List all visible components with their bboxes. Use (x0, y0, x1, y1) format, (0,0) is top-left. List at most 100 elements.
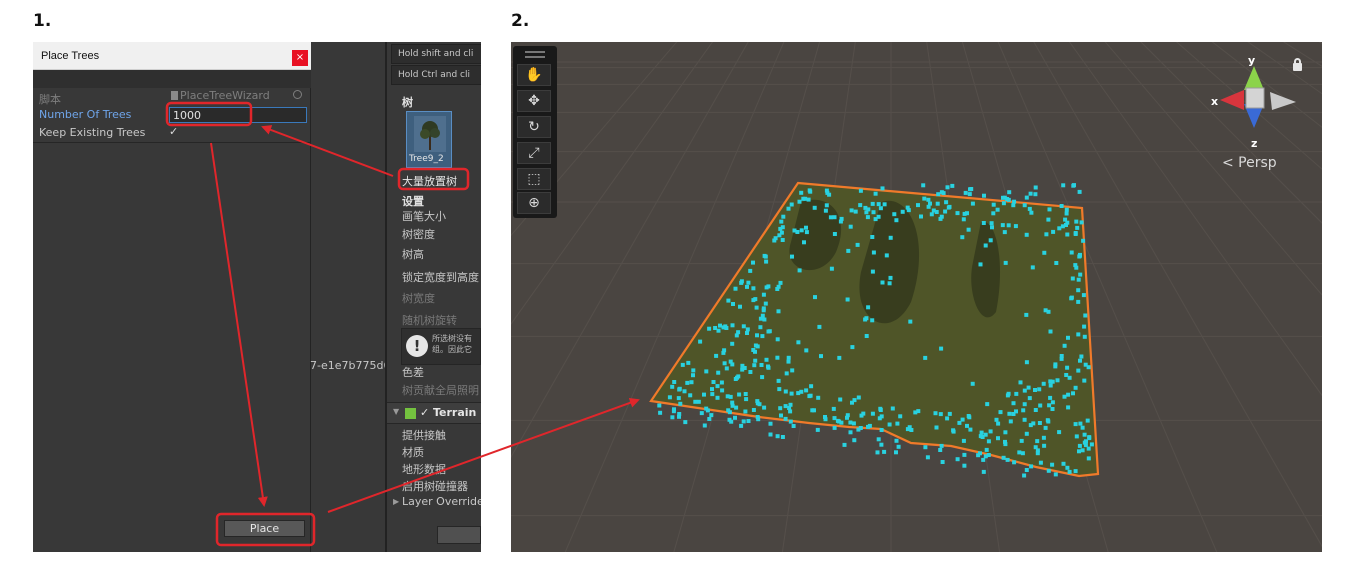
tree-instance (1073, 263, 1078, 268)
tree-instance (804, 230, 809, 235)
tree-instance (1064, 207, 1069, 212)
layer-overrides-label[interactable]: Layer Override (402, 495, 481, 508)
tree-instance (746, 280, 751, 285)
tree-prototype-tile[interactable]: Tree9_2 (406, 111, 452, 168)
tree-instance (832, 232, 837, 236)
script-field[interactable]: PlaceTreeWizard (171, 89, 306, 104)
move-tool-icon[interactable]: ✥ (517, 90, 551, 112)
tree-instance (1061, 183, 1066, 188)
tree-instance (963, 190, 968, 195)
tree-instance (919, 214, 923, 219)
tree-instance (965, 211, 969, 216)
tree-instance (761, 308, 766, 313)
tree-instance (1075, 225, 1080, 230)
inspector-bottom-button[interactable] (437, 526, 481, 544)
tree-instance (1003, 430, 1008, 435)
toolbar-grip-icon[interactable] (525, 51, 545, 58)
rotate-tool-icon[interactable]: ↻ (517, 116, 551, 138)
layer-overrides-foldout-icon[interactable]: ▶ (393, 497, 399, 506)
tree-instance (1064, 211, 1069, 216)
place-button[interactable]: Place (224, 520, 305, 537)
tree-instance (1065, 232, 1070, 237)
tree-instance (702, 423, 707, 428)
tree-instance (686, 360, 691, 365)
tree-instance (876, 437, 881, 442)
terrain-enabled-checkbox[interactable]: ✓ (420, 406, 429, 419)
scale-tool-icon[interactable]: ⤢ (517, 142, 551, 164)
tree-instance (1065, 220, 1070, 225)
tree-instance (852, 438, 857, 443)
rect-tool-icon[interactable]: ⬚ (517, 168, 551, 190)
mass-place-trees-button[interactable]: 大量放置树 (402, 173, 457, 189)
tree-instance (898, 414, 903, 419)
tree-instance (691, 368, 696, 373)
tree-instance (905, 205, 910, 210)
transform-tool-icon[interactable]: ⊕ (517, 192, 551, 214)
tree-instance (1074, 434, 1079, 439)
tree-instance (1012, 460, 1017, 465)
hand-tool-icon[interactable]: ✋ (517, 64, 551, 86)
tree-instance (960, 417, 965, 422)
tree-instance (938, 448, 943, 452)
tree-instance (768, 432, 773, 437)
tree-instance (1019, 438, 1024, 443)
close-icon[interactable]: × (292, 50, 308, 66)
grid-line (1311, 42, 1322, 552)
projection-toggle[interactable]: < Persp (1222, 155, 1277, 171)
terrain-component-header[interactable]: ▼ ✓ Terrain (387, 402, 481, 424)
tree-instance (939, 214, 944, 219)
tree-instance (1033, 192, 1038, 197)
tree-instance (724, 366, 729, 371)
tree-density-label: 树密度 (402, 228, 435, 241)
tree-instance (838, 397, 843, 402)
tree-instance (797, 199, 802, 204)
tree-instance (846, 248, 851, 253)
tree-instance (947, 411, 952, 416)
lock-icon[interactable] (1293, 58, 1302, 71)
tree-instance (882, 202, 887, 207)
tree-instance (1022, 417, 1027, 422)
tree-instance (677, 412, 682, 416)
tree-instance (1038, 403, 1043, 408)
tree-instance (760, 375, 765, 380)
tree-instance (777, 387, 782, 392)
foldout-arrow-icon[interactable]: ▼ (393, 407, 399, 416)
object-picker-icon[interactable] (293, 90, 302, 99)
tree-instance (720, 388, 725, 393)
tree-instance (696, 399, 701, 404)
tree-instance (877, 416, 882, 421)
tree-instance (855, 242, 860, 247)
tree-instance (966, 227, 971, 232)
tree-instance (762, 405, 767, 410)
number-of-trees-input[interactable]: 1000 (169, 107, 307, 123)
tree-instance (716, 370, 721, 375)
tree-instance (994, 417, 999, 422)
wizard-toolbar-strip (33, 70, 311, 88)
orientation-gizmo[interactable] (1214, 52, 1304, 152)
tree-instance (938, 412, 943, 417)
scene-view[interactable]: ✋ ✥ ↻ ⤢ ⬚ ⊕ x y z < Persp (511, 42, 1322, 552)
tree-instance (986, 439, 991, 444)
hint-shift-row: Hold shift and cli (391, 44, 481, 64)
tree-instance (1047, 207, 1052, 212)
tree-instance (888, 235, 893, 240)
tree-instance (780, 238, 785, 242)
tree-instance (734, 405, 739, 410)
tree-instance (788, 402, 793, 407)
tree-instance (935, 201, 940, 206)
tree-instance (810, 408, 815, 413)
tree-instance (1021, 408, 1026, 413)
keep-existing-trees-checkbox[interactable]: ✓ (169, 126, 181, 138)
tree-instance (1059, 356, 1064, 361)
tree-instance (741, 419, 746, 424)
tree-instance (832, 416, 837, 421)
tree-instance (966, 414, 971, 418)
tree-instance (990, 225, 994, 230)
tree-instance (863, 317, 868, 322)
tree-instance (1066, 335, 1070, 340)
tree-instance (991, 202, 996, 207)
tree-instance (707, 417, 712, 421)
tree-instance (790, 254, 794, 259)
random-rotation-label: 随机树旋转 (402, 314, 457, 327)
tree-instance (1006, 223, 1011, 228)
